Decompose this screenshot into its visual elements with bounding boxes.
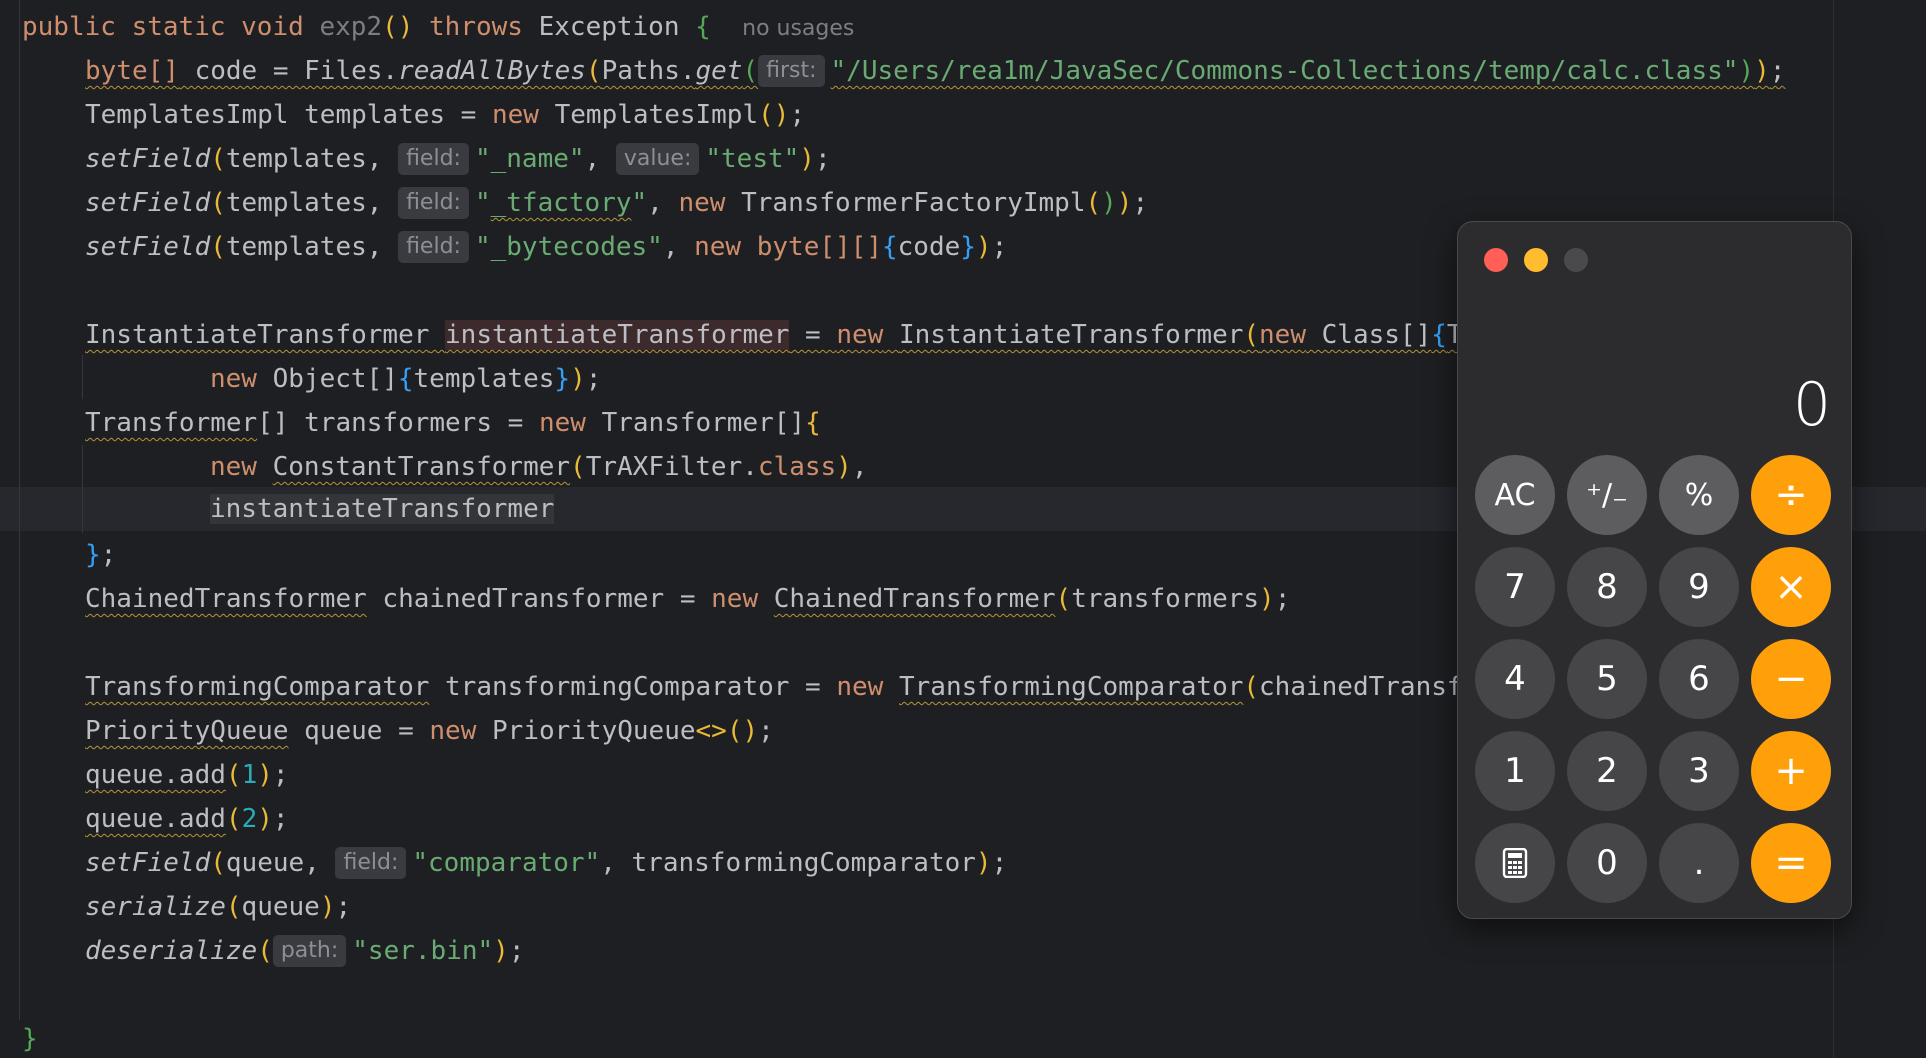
multiply-button[interactable]: × [1751,547,1831,627]
plus-button[interactable]: + [1751,731,1831,811]
code-line-signature[interactable]: public static void exp2() throws Excepti… [22,5,854,49]
param-hint-field: field: [398,231,469,263]
equals-button[interactable]: = [1751,823,1831,903]
window-zoom-button[interactable] [1564,248,1588,272]
window-close-button[interactable] [1484,248,1508,272]
code-line-setfield-name[interactable]: setField(templates, field: "_name", value… [85,137,831,181]
digit-9-button[interactable]: 9 [1659,547,1739,627]
code-line-queue[interactable]: PriorityQueue queue = new PriorityQueue<… [85,709,774,753]
decimal-button[interactable]: . [1659,823,1739,903]
plus-minus-button[interactable]: ⁺∕₋ [1567,455,1647,535]
param-hint-first: first: [758,55,825,87]
digit-4-button[interactable]: 4 [1475,639,1555,719]
code-line-transformers[interactable]: Transformer[] transformers = new Transfo… [85,401,821,445]
usages-hint[interactable]: no usages [742,16,854,41]
indent-guide [82,445,83,533]
calculator-display: 0 [1792,370,1831,440]
calculator-window[interactable]: 0 AC ⁺∕₋ % ÷ 7 8 9 × 4 5 6 − 1 2 3 + 0 .… [1457,221,1852,919]
code-line-add-2[interactable]: queue.add(2); [85,797,289,841]
calculator-icon-button[interactable] [1475,823,1555,903]
code-line-readbytes[interactable]: byte[] code = Files.readAllBytes(Paths.g… [85,49,1785,93]
param-hint-value: value: [615,143,700,175]
code-line-setfield-comparator[interactable]: setField(queue, field: "comparator", tran… [85,841,1007,885]
digit-3-button[interactable]: 3 [1659,731,1739,811]
param-hint-field: field: [398,187,469,219]
code-line-it-ref[interactable]: instantiateTransformer [210,487,555,531]
indent-guide [82,355,83,399]
window-minimize-button[interactable] [1524,248,1548,272]
code-line-object-array[interactable]: new Object[]{templates}); [210,357,601,401]
code-line-constant[interactable]: new ConstantTransformer(TrAXFilter.class… [210,445,867,489]
code-line-serialize[interactable]: serialize(queue); [85,885,351,929]
code-line-instantiate[interactable]: InstantiateTransformer instantiateTransf… [85,313,1463,357]
percent-button[interactable]: % [1659,455,1739,535]
code-line-templates[interactable]: TemplatesImpl templates = new TemplatesI… [85,93,805,137]
divide-button[interactable]: ÷ [1751,455,1831,535]
digit-1-button[interactable]: 1 [1475,731,1555,811]
digit-7-button[interactable]: 7 [1475,547,1555,627]
code-line-add-1[interactable]: queue.add(1); [85,753,289,797]
code-line-setfield-bytecodes[interactable]: setField(templates, field: "_bytecodes", … [85,225,1007,269]
all-clear-button[interactable]: AC [1475,455,1555,535]
param-hint-path: path: [272,935,347,967]
param-hint-field: field: [398,143,469,175]
digit-5-button[interactable]: 5 [1567,639,1647,719]
code-line-chained[interactable]: ChainedTransformer chainedTransformer = … [85,577,1290,621]
digit-8-button[interactable]: 8 [1567,547,1647,627]
code-line-setfield-tfactory[interactable]: setField(templates, field: "_tfactory", n… [85,181,1148,225]
param-hint-field: field: [335,847,407,879]
digit-2-button[interactable]: 2 [1567,731,1647,811]
code-line-deserialize[interactable]: deserialize(path: "ser.bin"); [85,929,524,973]
code-line-end-brace[interactable]: } [22,1017,38,1058]
digit-0-button[interactable]: 0 [1567,823,1647,903]
code-line-close-array[interactable]: }; [85,533,116,577]
digit-6-button[interactable]: 6 [1659,639,1739,719]
calculator-icon [1502,848,1528,878]
indent-guide [19,0,20,1020]
code-line-comparator[interactable]: TransformingComparator transformingCompa… [85,665,1463,709]
minus-button[interactable]: − [1751,639,1831,719]
